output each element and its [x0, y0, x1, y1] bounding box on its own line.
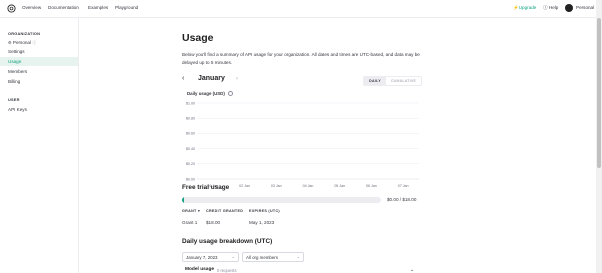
top-nav: Overview Documentation Examples Playgrou…	[0, 0, 596, 18]
x-tick-label: 04 Jan	[303, 184, 314, 188]
avatar[interactable]	[565, 4, 573, 12]
page-title: Usage	[182, 32, 214, 44]
main-content: Usage Below you'll find a summary of API…	[79, 18, 596, 273]
view-toggle: DAILY CUMULATIVE	[363, 76, 422, 86]
trial-progress-fill	[182, 197, 184, 203]
nav-examples-link[interactable]: Examples	[88, 5, 108, 10]
nav-playground-link[interactable]: Playground	[115, 5, 138, 10]
x-tick-label: 06 Jan	[366, 184, 377, 188]
nav-overview-link[interactable]: Overview	[22, 5, 41, 10]
trial-progress-bar	[182, 197, 381, 203]
y-tick-label: $0.80	[186, 117, 195, 121]
sidebar-item-label: API Keys	[8, 107, 27, 112]
free-trial-title: Free trial usage	[182, 184, 230, 191]
chevron-right-icon[interactable]: ›	[236, 76, 238, 82]
upgrade-label: Upgrade	[518, 5, 537, 10]
toggle-cumulative[interactable]: CUMULATIVE	[386, 77, 421, 85]
sidebar-item-billing[interactable]: Billing	[0, 77, 78, 86]
org-switcher-label: ⚙ Personal ⓘ	[8, 40, 36, 46]
nav-documentation-link[interactable]: Documentation	[48, 5, 79, 10]
toggle-daily[interactable]: DAILY	[364, 77, 386, 85]
scrollbar-thumb[interactable]	[597, 18, 601, 168]
credit-granted-cell: $18.00	[206, 220, 221, 225]
page-scrollbar[interactable]	[596, 0, 602, 273]
page-description: Below you'll find a summary of API usage…	[182, 52, 420, 65]
sidebar-item-members[interactable]: Members	[0, 67, 78, 76]
members-select-value: All org members	[246, 255, 278, 260]
grant-header-label: GRANT	[182, 209, 197, 213]
breakdown-title: Daily usage breakdown (UTC)	[182, 238, 273, 245]
help-label: Help	[548, 5, 559, 10]
date-select[interactable]: January 7, 2023 ⌄	[182, 252, 239, 262]
members-select[interactable]: All org members ⌄	[242, 252, 304, 262]
y-tick-label: $0.60	[186, 132, 195, 136]
y-tick-label: $0.00	[186, 177, 195, 181]
y-tick-label: $1.00	[186, 101, 195, 105]
settings-circle-icon: ⓘ	[32, 40, 37, 45]
month-label: January	[198, 75, 225, 82]
y-tick-label: $0.20	[186, 162, 195, 166]
info-icon	[228, 91, 233, 96]
org-name: Personal	[12, 40, 32, 45]
sidebar-item-settings[interactable]: Settings	[0, 47, 78, 56]
account-menu[interactable]: Personal	[576, 5, 594, 10]
model-usage-header[interactable]: Model usage	[185, 267, 214, 272]
openai-logo-icon[interactable]	[7, 4, 16, 13]
org-icon: ⚙	[8, 40, 12, 45]
chevron-down-icon: ⌄	[296, 254, 300, 259]
date-select-value: January 7, 2023	[186, 255, 218, 260]
sidebar-item-label: Members	[8, 69, 28, 74]
trial-amount: $0.00 / $18.00	[387, 197, 417, 202]
sidebar-item-label: Usage	[8, 59, 22, 64]
grant-name-cell: Grant 1	[182, 220, 198, 225]
sidebar-item-api-keys[interactable]: API Keys	[0, 105, 78, 114]
help-button[interactable]: ⓘ Help	[543, 5, 558, 11]
x-tick-label: 07 Jan	[398, 184, 409, 188]
daily-usage-chart: $0.00$0.20$0.40$0.60$0.80$1.0001 Jan 02 J…	[186, 101, 419, 188]
chevron-down-icon[interactable]: ⌄	[410, 267, 414, 273]
model-usage-count: 0 requests	[217, 268, 237, 273]
chart-title: Daily usage (USD)	[187, 91, 225, 96]
sidebar-section-user: USER	[8, 97, 20, 102]
org-switcher[interactable]: ⚙ Personal ⓘ	[0, 38, 78, 47]
sidebar-section-organization: ORGANIZATION	[8, 31, 41, 36]
y-tick-label: $0.40	[186, 147, 195, 151]
chevron-left-icon[interactable]: ‹	[182, 75, 184, 82]
sidebar: ORGANIZATION ⚙ Personal ⓘ Settings Usage…	[0, 18, 79, 273]
upgrade-button[interactable]: ⚡Upgrade	[513, 5, 536, 11]
chevron-down-icon: ⌄	[231, 254, 235, 259]
x-tick-label: 05 Jan	[334, 184, 345, 188]
grant-column-header[interactable]: GRANT ▾	[182, 209, 200, 213]
sort-down-icon: ▾	[197, 209, 201, 213]
expires-cell: May 1, 2023	[249, 220, 275, 225]
help-circle-icon: ⓘ	[543, 5, 548, 10]
sidebar-item-label: Billing	[8, 79, 21, 84]
expires-column-header: EXPIRES (UTC)	[249, 209, 280, 213]
credit-granted-column-header: CREDIT GRANTED	[206, 209, 244, 213]
x-tick-label: 02 Jan	[239, 184, 250, 188]
sidebar-item-usage[interactable]: Usage	[0, 57, 78, 66]
sidebar-item-label: Settings	[8, 49, 25, 54]
x-tick-label: 03 Jan	[271, 184, 282, 188]
